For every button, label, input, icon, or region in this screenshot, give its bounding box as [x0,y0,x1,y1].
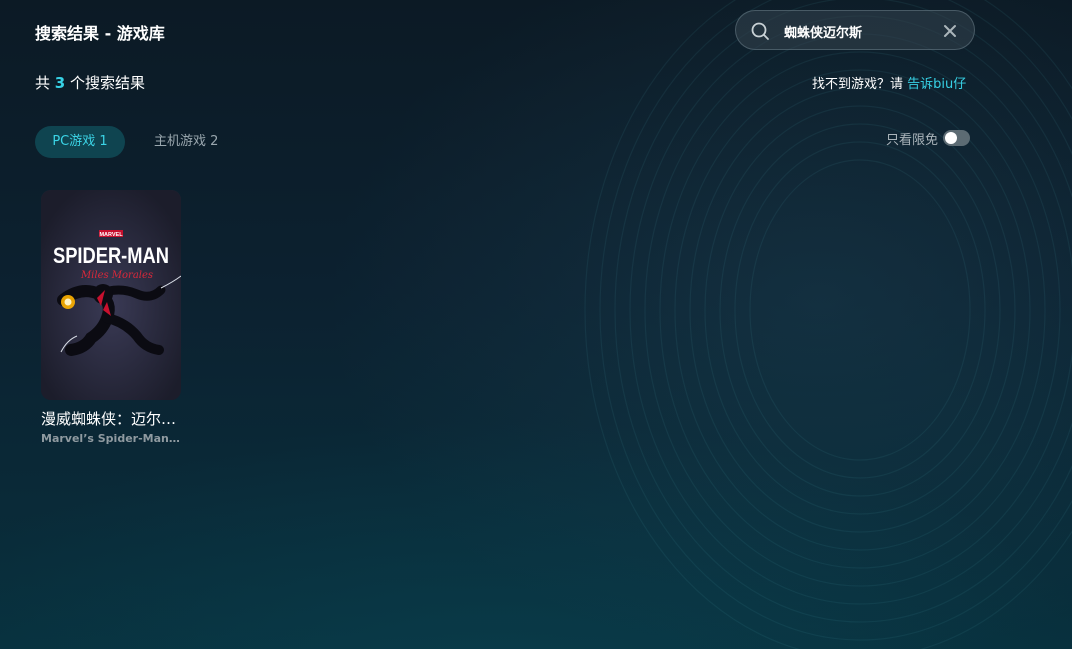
feedback-link[interactable]: 告诉biu仔 [907,77,966,92]
result-count-prefix: 共 [35,74,55,92]
game-card[interactable]: MARVEL SPIDER-MAN Miles Morales 漫威蜘蛛侠：迈尔… [41,190,182,445]
game-subtitle: Marvel’s Spider-Man: Miles Morales [41,432,181,445]
free-only-toggle[interactable] [943,130,971,146]
free-only-label: 只看限免 [886,132,939,148]
result-count-number: 3 [54,74,66,92]
tab-pc-games[interactable]: PC游戏 1 [35,126,125,158]
search-box[interactable] [735,10,975,50]
result-count-suffix: 个搜索结果 [65,74,145,92]
cover-brand: MARVEL [99,232,123,238]
clear-icon[interactable] [942,23,958,39]
tab-console-games[interactable]: 主机游戏 2 [148,126,224,158]
feedback-text: 找不到游戏？请 [812,77,908,92]
game-title[interactable]: 漫威蜘蛛侠：迈尔斯·莫拉莱斯 [41,408,181,429]
search-icon[interactable] [750,21,770,41]
toggle-knob [945,132,958,144]
spider-man-artwork: MARVEL SPIDER-MAN Miles Morales [41,190,181,400]
game-cover-image[interactable]: MARVEL SPIDER-MAN Miles Morales [41,190,181,400]
feedback-prompt: 找不到游戏？请 告诉biu仔 [812,73,966,92]
page-title: 搜索结果 - 游戏库 [35,24,165,43]
result-count: 共 3 个搜索结果 [35,72,145,93]
free-only-filter: 只看限免 [886,128,971,148]
search-input[interactable] [784,20,934,42]
cover-logo-sub: Miles Morales [80,270,153,281]
cover-logo: SPIDER-MAN [53,243,169,268]
